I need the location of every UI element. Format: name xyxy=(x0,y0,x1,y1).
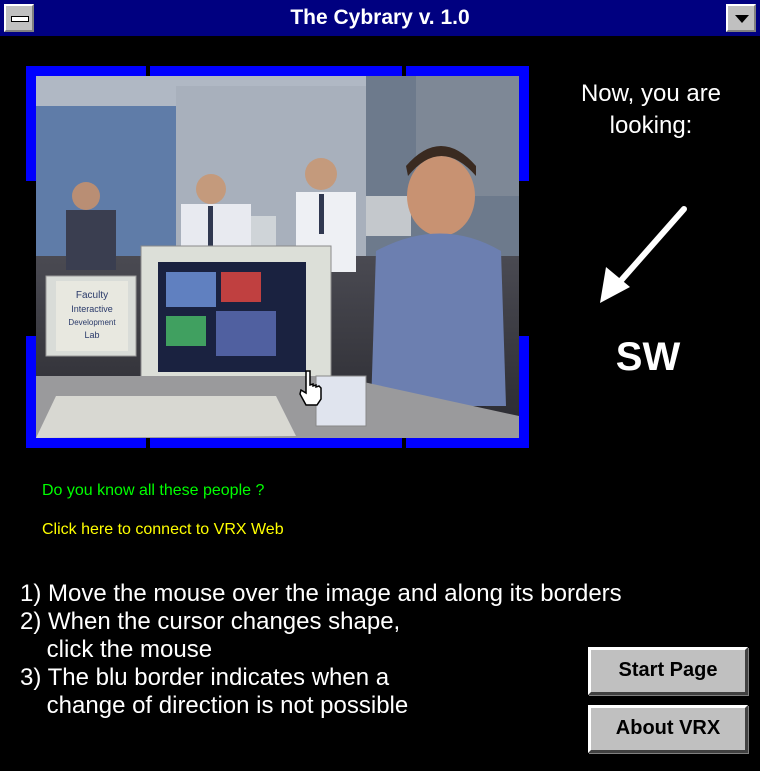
panorama-image[interactable]: Faculty Interactive Development Lab xyxy=(36,76,519,438)
system-menu-icon xyxy=(11,16,29,22)
border-notch xyxy=(519,181,529,336)
sign-line-1: Faculty xyxy=(76,290,108,301)
minimize-button[interactable] xyxy=(726,4,756,32)
sign-line-3: Development xyxy=(68,318,116,327)
window-title: The Cybrary v. 1.0 xyxy=(290,6,470,29)
about-vrx-button[interactable]: About VRX xyxy=(588,705,748,753)
border-notch xyxy=(146,66,150,76)
direction-label: Now, you are looking: xyxy=(556,78,746,142)
cybrary-window: The Cybrary v. 1.0 Faculty Interactive D… xyxy=(0,0,760,771)
arrow-down-left-icon xyxy=(600,206,687,303)
system-menu-button[interactable] xyxy=(4,4,34,32)
instruction-2-cont: click the mouse xyxy=(20,636,213,663)
instruction-2: 2) When the cursor changes shape, xyxy=(20,608,401,635)
hand-cursor-icon xyxy=(299,370,322,406)
direction-label-line-2: looking: xyxy=(609,112,693,139)
people-link[interactable]: Do you know all these people ? xyxy=(42,482,264,500)
title-bar: The Cybrary v. 1.0 xyxy=(0,0,760,38)
border-notch xyxy=(26,181,36,336)
panorama-viewer[interactable]: Faculty Interactive Development Lab xyxy=(26,66,529,448)
direction-label-line-1: Now, you are xyxy=(580,80,722,107)
sign-line-2: Interactive xyxy=(71,304,113,314)
direction-value: SW xyxy=(615,335,681,379)
start-page-button[interactable]: Start Page xyxy=(588,647,748,695)
sign-line-4: Lab xyxy=(84,330,99,340)
instruction-3-cont: change of direction is not possible xyxy=(20,692,409,719)
instruction-3: 3) The blu border indicates when a xyxy=(20,664,390,691)
instruction-1: 1) Move the mouse over the image and alo… xyxy=(20,580,622,607)
chevron-down-icon xyxy=(735,15,749,23)
border-notch xyxy=(146,438,150,448)
border-notch xyxy=(402,66,406,76)
connect-vrx-web-link[interactable]: Click here to connect to VRX Web xyxy=(42,521,284,539)
border-notch xyxy=(402,438,406,448)
